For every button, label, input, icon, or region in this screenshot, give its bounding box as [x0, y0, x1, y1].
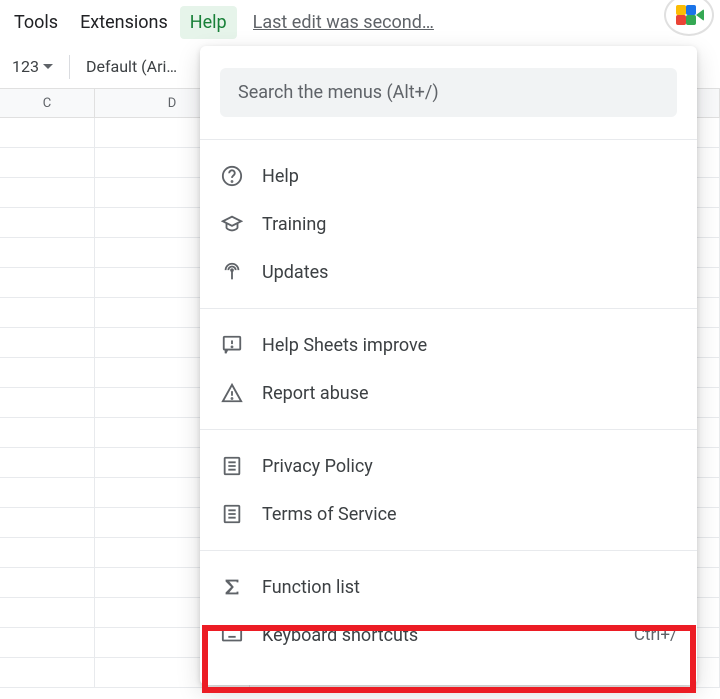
help-icon [220, 164, 244, 188]
menu-extensions[interactable]: Extensions [70, 6, 178, 39]
menu-report[interactable]: Report abuse [200, 369, 697, 417]
warning-icon [220, 381, 244, 405]
menu-section: Function list Keyboard shortcuts Ctrl+/ [200, 557, 697, 665]
menu-label: Help Sheets improve [262, 335, 427, 356]
menu-separator [200, 550, 697, 551]
menu-label: Function list [262, 577, 360, 598]
menu-section: Help Sheets improve Report abuse [200, 315, 697, 423]
menu-help[interactable]: Help [180, 6, 237, 39]
menu-search-wrap: Search the menus (Alt+/) [200, 56, 697, 133]
menu-improve[interactable]: Help Sheets improve [200, 321, 697, 369]
chevron-down-icon [43, 64, 53, 70]
menu-label: Keyboard shortcuts [262, 625, 418, 646]
menu-section: Help Training Updates [200, 146, 697, 302]
graduation-icon [220, 212, 244, 236]
shortcut-label: Ctrl+/ [634, 625, 677, 645]
document-icon [220, 502, 244, 526]
menu-separator [200, 139, 697, 140]
menu-tools[interactable]: Tools [4, 6, 68, 39]
menu-training[interactable]: Training [200, 200, 697, 248]
menu-label: Privacy Policy [262, 456, 373, 477]
menu-separator [200, 429, 697, 430]
number-format-label: 123 [12, 57, 39, 76]
menu-help[interactable]: Help [200, 152, 697, 200]
meet-icon [676, 5, 702, 25]
number-format-dropdown[interactable]: 123 [6, 53, 59, 80]
menu-functions[interactable]: Function list [200, 563, 697, 611]
document-icon [220, 454, 244, 478]
menu-search-input[interactable]: Search the menus (Alt+/) [220, 68, 677, 117]
menu-label: Training [262, 214, 326, 235]
menubar: Tools Extensions Help Last edit was seco… [0, 0, 720, 44]
menu-label: Updates [262, 262, 328, 283]
antenna-icon [220, 260, 244, 284]
menu-privacy[interactable]: Privacy Policy [200, 442, 697, 490]
menu-section: Privacy Policy Terms of Service [200, 436, 697, 544]
menu-shortcuts[interactable]: Keyboard shortcuts Ctrl+/ [200, 611, 697, 659]
keyboard-icon [220, 623, 244, 647]
menu-separator [200, 308, 697, 309]
meet-button[interactable] [664, 0, 714, 36]
font-dropdown[interactable]: Default (Ari… [80, 53, 183, 80]
help-dropdown: Search the menus (Alt+/) Help Training U… [200, 46, 697, 685]
menu-label: Terms of Service [262, 504, 397, 525]
sigma-icon [220, 575, 244, 599]
feedback-icon [220, 333, 244, 357]
menu-terms[interactable]: Terms of Service [200, 490, 697, 538]
menu-label: Help [262, 166, 299, 187]
col-header-c[interactable]: C [0, 89, 95, 117]
menu-updates[interactable]: Updates [200, 248, 697, 296]
last-edit-link[interactable]: Last edit was second… [253, 12, 434, 33]
toolbar-separator [69, 55, 70, 79]
menu-label: Report abuse [262, 383, 369, 404]
